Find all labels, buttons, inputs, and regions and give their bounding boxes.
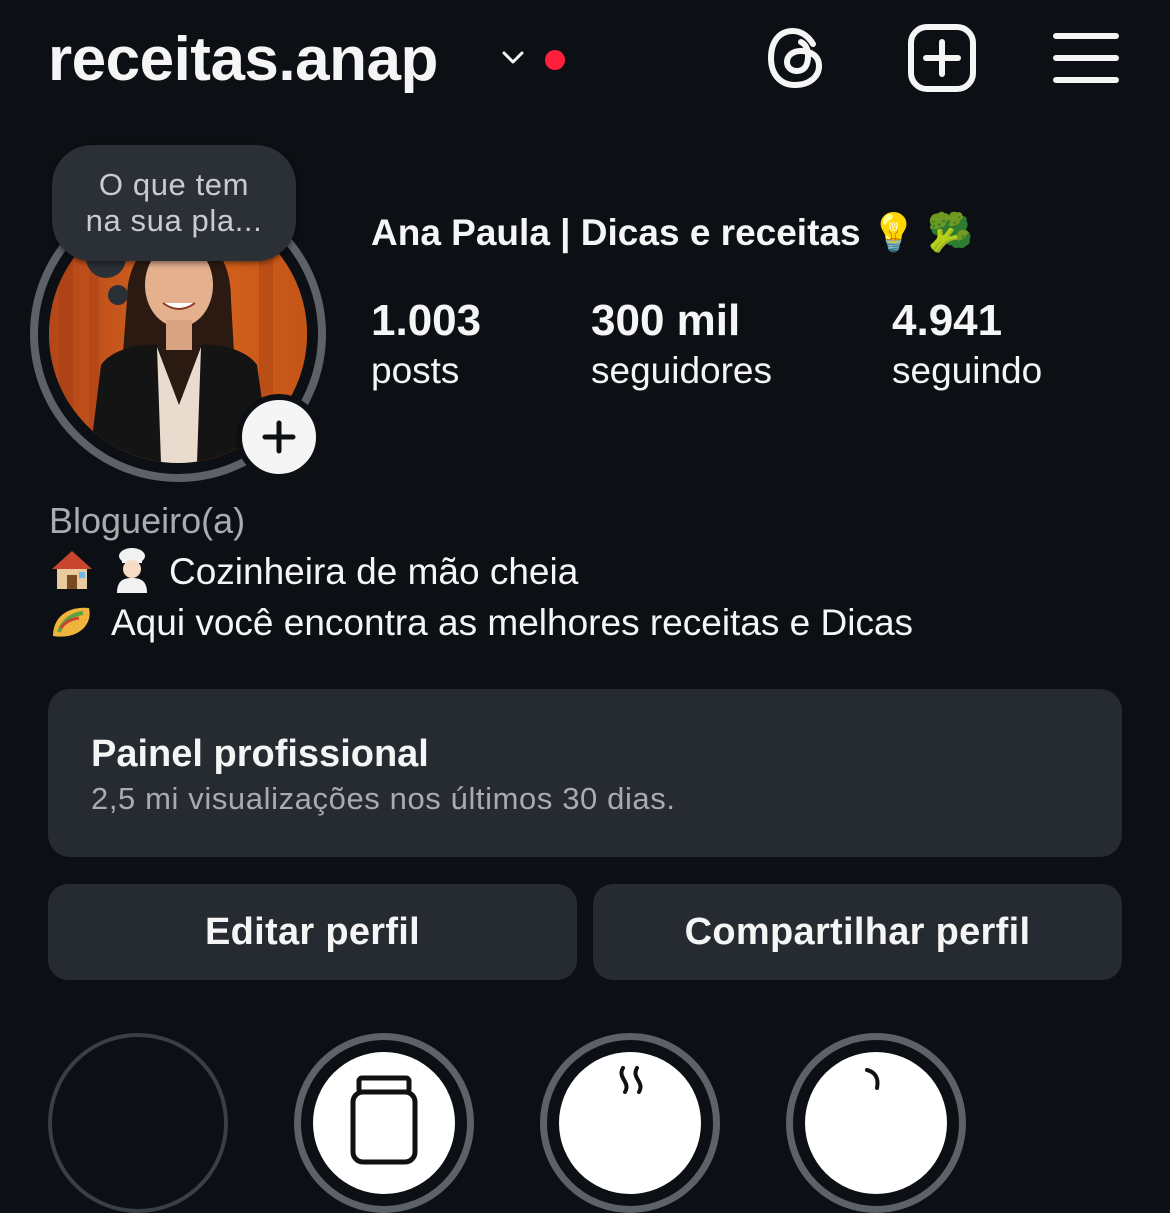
plus-icon — [262, 420, 296, 454]
highlight-item[interactable] — [786, 1033, 966, 1213]
highlight-item[interactable] — [540, 1033, 720, 1213]
notification-dot — [545, 50, 565, 70]
posts-stat[interactable]: 1.003 posts — [371, 296, 481, 396]
profile-category: Blogueiro(a) — [49, 500, 246, 541]
menu-icon[interactable] — [1050, 22, 1122, 94]
professional-dashboard[interactable]: Painel profissional 2,5 mi visualizações… — [48, 689, 1122, 857]
chevron-down-icon[interactable] — [500, 44, 526, 70]
bio-line-1: Cozinheira de mão cheia — [49, 548, 579, 597]
posts-label: posts — [371, 350, 460, 391]
note-bubble[interactable]: O que tem na sua pla... — [52, 145, 296, 261]
add-story-button[interactable] — [236, 394, 322, 480]
note-bubble-dot — [108, 285, 128, 305]
highlight-cover — [313, 1052, 455, 1194]
cook-emoji-icon — [117, 548, 147, 594]
dashboard-subtitle: 2,5 mi visualizações nos últimos 30 dias… — [91, 781, 676, 816]
threads-icon[interactable] — [761, 22, 833, 94]
edit-profile-button[interactable]: Editar perfil — [48, 884, 577, 980]
highlight-cover — [805, 1052, 947, 1194]
steam-icon — [619, 1066, 643, 1094]
posts-count: 1.003 — [371, 296, 482, 345]
profile-header: receitas.anap — [48, 18, 1122, 102]
bio-text-2: Aqui você encontra as melhores receitas … — [111, 602, 914, 643]
following-stat[interactable]: 4.941 seguindo — [892, 296, 1042, 396]
display-name: Ana Paula | Dicas e receitas 💡 🥦 — [371, 212, 974, 253]
dashboard-title: Painel profissional — [91, 733, 429, 775]
followers-label: seguidores — [591, 350, 773, 391]
username[interactable]: receitas.anap — [48, 24, 438, 95]
following-count: 4.941 — [892, 296, 1003, 345]
following-label: seguindo — [892, 350, 1043, 391]
highlight-item[interactable] — [294, 1033, 474, 1213]
share-profile-button[interactable]: Compartilhar perfil — [593, 884, 1122, 980]
cup-icon — [865, 1068, 880, 1090]
highlight-new[interactable] — [48, 1033, 228, 1213]
taco-emoji-icon — [53, 607, 90, 637]
followers-stat[interactable]: 300 mil seguidores — [591, 296, 772, 396]
bio-line-2: Aqui você encontra as melhores receitas … — [49, 602, 913, 648]
house-emoji-icon — [52, 551, 92, 590]
note-text-line1: O que tem — [98, 167, 250, 202]
highlight-cover — [559, 1052, 701, 1194]
jar-icon — [350, 1075, 418, 1165]
note-text-line2: na sua pla... — [85, 203, 263, 238]
bio-text-1: Cozinheira de mão cheia — [169, 551, 579, 592]
followers-count: 300 mil — [591, 296, 741, 345]
new-post-icon[interactable] — [906, 22, 978, 94]
